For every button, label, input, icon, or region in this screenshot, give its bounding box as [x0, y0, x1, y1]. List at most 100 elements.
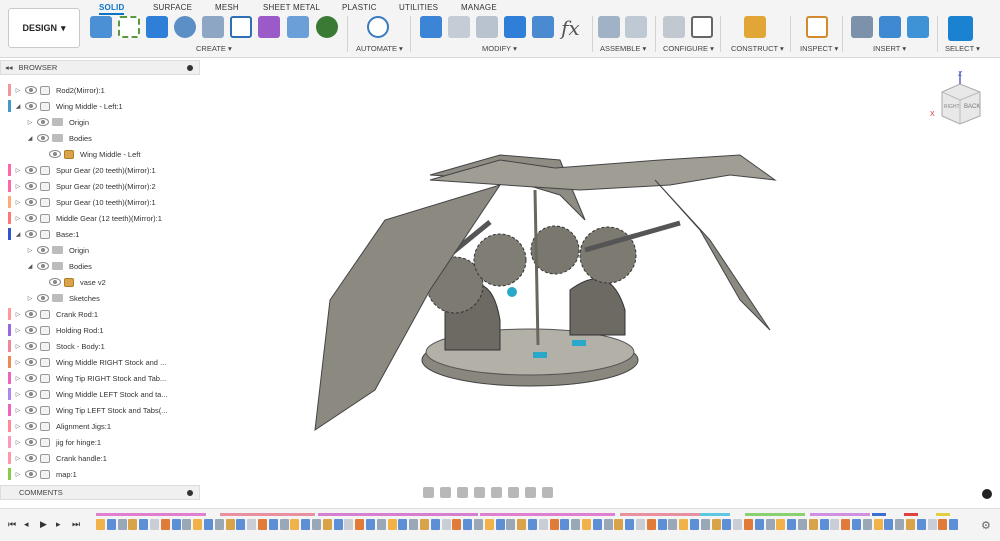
- insert-image-icon[interactable]: [907, 16, 929, 38]
- browser-tree-row[interactable]: ▷ Wing Tip RIGHT Stock and Tab...: [0, 370, 200, 386]
- configuration-table-icon[interactable]: [691, 16, 713, 38]
- browser-tree-row[interactable]: ▷ Alignment Jigs:1: [0, 418, 200, 434]
- timeline-feature-icon[interactable]: [744, 519, 753, 530]
- timeline-feature-icon[interactable]: [301, 519, 311, 530]
- align-icon[interactable]: [532, 16, 554, 38]
- tab-utilities[interactable]: UTILITIES: [399, 3, 438, 12]
- insert-derive-icon[interactable]: [851, 16, 873, 38]
- visibility-eye-icon[interactable]: [25, 310, 37, 318]
- timeline-feature-icon[interactable]: [247, 519, 257, 530]
- expand-arrow-icon[interactable]: ▷: [14, 215, 22, 222]
- expand-arrow-icon[interactable]: ▷: [26, 247, 34, 254]
- browser-tree-row[interactable]: ◢ Base:1: [0, 226, 200, 242]
- combine-icon[interactable]: [504, 16, 526, 38]
- timeline-feature-icon[interactable]: [214, 519, 224, 530]
- visibility-eye-icon[interactable]: [25, 86, 37, 94]
- visibility-eye-icon[interactable]: [25, 198, 37, 206]
- timeline-feature-icon[interactable]: [182, 519, 192, 530]
- timeline-feature-icon[interactable]: [268, 519, 278, 530]
- timeline-feature-icon[interactable]: [560, 519, 570, 530]
- grid-settings-icon[interactable]: [525, 487, 536, 498]
- timeline-feature-icon[interactable]: [171, 519, 181, 530]
- timeline-feature-icon[interactable]: [949, 519, 959, 530]
- expand-arrow-icon[interactable]: ◢: [14, 103, 22, 110]
- browser-tree-row[interactable]: ▷ jig for hinge:1: [0, 434, 200, 450]
- timeline-feature-icon[interactable]: [139, 519, 149, 530]
- timeline-feature-icon[interactable]: [117, 519, 127, 530]
- tab-surface[interactable]: SURFACE: [153, 3, 192, 12]
- timeline-settings-gear-icon[interactable]: ⚙: [981, 519, 991, 532]
- timeline-feature-icon[interactable]: [528, 519, 537, 530]
- timeline-feature-icon[interactable]: [193, 519, 203, 530]
- configure-menu[interactable]: CONFIGURE ▾: [663, 44, 714, 53]
- pin-icon[interactable]: [187, 489, 193, 496]
- visibility-eye-icon[interactable]: [25, 406, 37, 414]
- timeline-feature-icon[interactable]: [927, 519, 937, 530]
- browser-tree-row[interactable]: ▷ Wing Middle RIGHT Stock and ...: [0, 354, 200, 370]
- timeline-feature-icon[interactable]: [873, 519, 883, 530]
- visibility-eye-icon[interactable]: [25, 326, 37, 334]
- tab-mesh[interactable]: MESH: [215, 3, 239, 12]
- expand-arrow-icon[interactable]: ◢: [14, 231, 22, 238]
- expand-arrow-icon[interactable]: ▷: [14, 183, 22, 190]
- visibility-eye-icon[interactable]: [25, 470, 37, 478]
- visibility-eye-icon[interactable]: [37, 294, 49, 302]
- viewcube-back-face[interactable]: BACK: [964, 104, 980, 110]
- pan-icon[interactable]: [457, 487, 468, 498]
- parameters-fx-icon[interactable]: fx: [561, 16, 580, 40]
- browser-tree-row[interactable]: ▷ Stock - Body:1: [0, 338, 200, 354]
- timeline-feature-icon[interactable]: [895, 519, 905, 530]
- browser-tree-row[interactable]: ▷ Origin: [0, 242, 200, 258]
- timeline-feature-icon[interactable]: [830, 519, 840, 530]
- timeline-feature-icon[interactable]: [344, 519, 354, 530]
- expand-arrow-icon[interactable]: ▷: [14, 311, 22, 318]
- timeline-feature-icon[interactable]: [625, 519, 635, 530]
- tab-manage[interactable]: MANAGE: [461, 3, 497, 12]
- visibility-eye-icon[interactable]: [37, 134, 49, 142]
- as-built-joint-icon[interactable]: [625, 16, 647, 38]
- automate-menu[interactable]: AUTOMATE ▾: [356, 44, 403, 53]
- browser-tree-row[interactable]: ▷ Spur Gear (20 teeth)(Mirror):2: [0, 178, 200, 194]
- expand-arrow-icon[interactable]: ▷: [14, 343, 22, 350]
- timeline-feature-icon[interactable]: [754, 519, 764, 530]
- mirror-icon[interactable]: [287, 16, 309, 38]
- visibility-eye-icon[interactable]: [25, 422, 37, 430]
- select-cursor-icon[interactable]: [948, 16, 973, 41]
- tab-solid[interactable]: SOLID: [99, 3, 125, 15]
- timeline-feature-icon[interactable]: [819, 519, 829, 530]
- insert-menu[interactable]: INSERT ▾: [873, 44, 906, 53]
- fillet-icon[interactable]: [448, 16, 470, 38]
- inspect-menu[interactable]: INSPECT ▾: [800, 44, 838, 53]
- timeline-feature-icon[interactable]: [549, 519, 559, 530]
- timeline-feature-icon[interactable]: [916, 519, 926, 530]
- browser-tree-row[interactable]: ◢ Bodies: [0, 258, 200, 274]
- timeline-feature-icon[interactable]: [884, 519, 894, 530]
- assemble-menu[interactable]: ASSEMBLE ▾: [600, 44, 646, 53]
- timeline-feature-icon[interactable]: [798, 519, 807, 530]
- go-to-start-icon[interactable]: ⏮: [8, 519, 16, 530]
- expand-arrow-icon[interactable]: ▷: [14, 359, 22, 366]
- timeline-feature-icon[interactable]: [733, 519, 743, 530]
- timeline-feature-icon[interactable]: [538, 519, 548, 530]
- derive-icon[interactable]: [316, 16, 338, 38]
- timeline-feature-icon[interactable]: [571, 519, 581, 530]
- timeline-feature-icon[interactable]: [765, 519, 775, 530]
- pattern-icon[interactable]: [230, 16, 252, 38]
- timeline-feature-icon[interactable]: [441, 519, 451, 530]
- timeline-feature-icon[interactable]: [376, 519, 386, 530]
- visibility-eye-icon[interactable]: [25, 454, 37, 462]
- timeline-feature-icon[interactable]: [452, 519, 462, 530]
- expand-arrow-icon[interactable]: ▷: [14, 455, 22, 462]
- timeline-feature-icon[interactable]: [657, 519, 667, 530]
- timeline-feature-icon[interactable]: [679, 519, 689, 530]
- timeline-feature-icon[interactable]: [409, 519, 419, 530]
- workspace-switcher-button[interactable]: DESIGN ▾: [8, 8, 80, 48]
- timeline-feature-icon[interactable]: [366, 519, 375, 530]
- visibility-eye-icon[interactable]: [37, 262, 49, 270]
- joint-marker[interactable]: [507, 287, 517, 297]
- visibility-eye-icon[interactable]: [25, 390, 37, 398]
- spur-gear-10[interactable]: [473, 233, 527, 287]
- wing-tip-right[interactable]: [654, 179, 771, 331]
- viewcube[interactable]: Z RIGHT BACK X: [930, 70, 990, 130]
- middle-gear-12[interactable]: [530, 225, 580, 275]
